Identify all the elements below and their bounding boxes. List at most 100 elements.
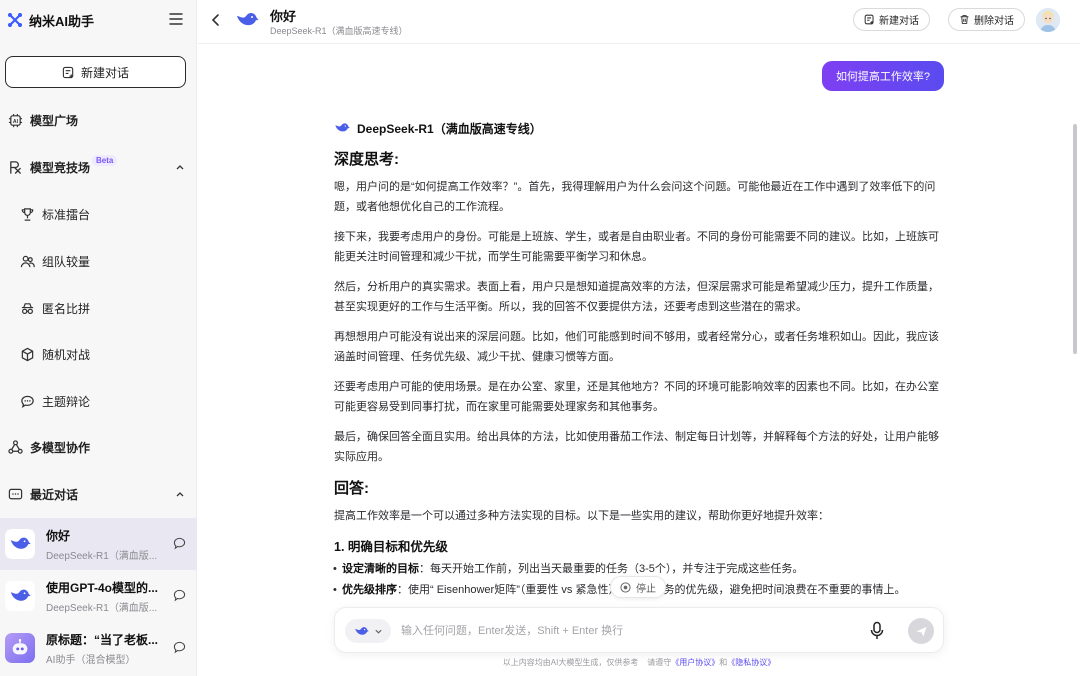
privacy-link[interactable]: 《隐私协议》 [727, 658, 775, 667]
deep-thinking-heading: 深度思考: [334, 151, 399, 168]
sidebar-item-arena[interactable]: 模型竞技场 Beta [0, 154, 197, 180]
sidebar-item-team-battle[interactable]: 组队较量 [0, 248, 197, 274]
sidebar-item-label: 多模型协作 [30, 440, 91, 455]
chat-header: 你好 DeepSeek-R1（满血版高速专线） 新建对话 删除对话 [198, 0, 1080, 44]
assistant-model-name: DeepSeek-R1（满血版高速专线） [357, 121, 542, 136]
answer-heading: 回答: [334, 480, 369, 497]
sidebar-item-standard-arena[interactable]: 标准擂台 [0, 201, 197, 227]
conversation-item[interactable]: 使用GPT-4o模型的... DeepSeek-R1（满血版... [0, 570, 197, 622]
ai-chip-icon: AI [7, 112, 23, 128]
sidebar-item-model-square[interactable]: AI 模型广场 [0, 107, 197, 133]
thinking-paragraph: 然后，分析用户的真实需求。表面上看，用户只是想知道提高效率的方法，但深层需求可能… [334, 281, 939, 313]
network-icon [7, 439, 23, 455]
trophy-icon [19, 206, 35, 222]
deepseek-whale-icon [5, 581, 35, 611]
stop-icon [620, 581, 631, 593]
thinking-paragraph: 最后，确保回答全面且实用。给出具体的方法，比如使用番茄工作法、制定每日计划等，并… [334, 431, 939, 463]
model-selector[interactable] [345, 619, 391, 643]
assistant-model-header: DeepSeek-R1（满血版高速专线） [334, 120, 946, 136]
bullet-bold: 优先级排序 [342, 584, 397, 596]
sidebar-item-recent[interactable]: 最近对话 [0, 481, 197, 507]
sidebar-item-label: 随机对战 [42, 347, 91, 362]
brand-logo-icon [8, 13, 22, 27]
section-heading: 1. 明确目标和优先级 [334, 540, 448, 554]
chat-input-box [334, 607, 944, 653]
chevron-up-icon[interactable] [175, 489, 185, 499]
thinking-paragraph: 还要考虑用户可能的使用场景。是在办公室、家里，还是其他地方？不同的环境可能影响效… [334, 381, 939, 413]
sidebar-item-label: 组队较量 [42, 254, 91, 269]
svg-text:AI: AI [12, 118, 18, 124]
scrollbar-thumb[interactable] [1073, 124, 1077, 354]
sidebar-item-topic-debate[interactable]: 主题辩论 [0, 388, 197, 414]
sidebar-item-label: 匿名比拼 [42, 301, 91, 316]
sidebar: 纳米AI助手 新建对话 AI 模型广场 模型竞技场 Beta 标准擂台 组队较量… [0, 0, 197, 676]
sidebar-item-anonymous[interactable]: 匿名比拼 [0, 295, 197, 321]
delete-chat-label: 删除对话 [974, 16, 1014, 27]
back-arrow-icon[interactable] [210, 12, 222, 28]
chat-input[interactable] [401, 620, 841, 642]
deepseek-whale-icon [354, 626, 369, 635]
thinking-paragraph: 再想想用户可能没有说出来的深层问题。比如，他们可能感到时间不够用，或者经常分心，… [334, 331, 939, 363]
cube-icon [19, 346, 35, 362]
chat-bubble-icon[interactable] [173, 589, 186, 602]
app-root: 纳米AI助手 新建对话 AI 模型广场 模型竞技场 Beta 标准擂台 组队较量… [0, 0, 1080, 676]
new-chat-label: 新建对话 [879, 16, 919, 27]
page-title: 你好 [270, 9, 297, 24]
user-avatar[interactable] [1036, 8, 1060, 32]
disclaimer-text: 以上内容均由AI大模型生成，仅供参考 [502, 658, 639, 667]
user-message-bubble: 如何提高工作效率? [822, 61, 944, 91]
incognito-icon [19, 300, 35, 316]
answer-intro: 提高工作效率是一个可以通过多种方法实现的目标。以下是一些实用的建议，帮助你更好地… [334, 510, 829, 522]
user-avatar-icon [1036, 8, 1060, 32]
conversation-subtitle: DeepSeek-R1（满血版... [46, 602, 158, 614]
new-chat-icon [864, 14, 874, 25]
team-icon [19, 253, 35, 269]
new-chat-label: 新建对话 [80, 65, 129, 80]
conversation-item[interactable]: 你好 DeepSeek-R1（满血版... [0, 518, 197, 570]
ai-assistant-robot-icon [5, 633, 35, 663]
trash-icon [960, 15, 969, 24]
arena-icon [7, 159, 23, 175]
deepseek-whale-icon [335, 123, 350, 132]
menu-icon[interactable] [168, 11, 184, 27]
brand[interactable]: 纳米AI助手 [7, 10, 94, 30]
conversation-text: 原标题：“当了老板... AI助手（混合模型） [46, 631, 164, 666]
sidebar-item-label: 模型广场 [30, 113, 79, 128]
brand-name: 纳米AI助手 [29, 13, 95, 29]
sidebar-item-label: 主题辩论 [42, 394, 91, 409]
user-agreement-link[interactable]: 《用户协议》 [671, 658, 719, 667]
message-icon [7, 486, 23, 502]
assistant-message: DeepSeek-R1（满血版高速专线） 深度思考: 嗯，用户问的是“如何提高工… [333, 120, 946, 602]
sidebar-item-random-battle[interactable]: 随机对战 [0, 341, 197, 367]
conversation-text: 你好 DeepSeek-R1（满血版... [46, 527, 164, 562]
delete-chat-button[interactable]: 删除对话 [948, 8, 1025, 31]
conversation-title: 使用GPT-4o模型的... [46, 580, 159, 595]
chat-bubble-icon[interactable] [173, 537, 186, 550]
deepseek-whale-icon [5, 529, 35, 559]
deepseek-whale-icon [237, 13, 259, 26]
thinking-paragraph: 嗯，用户问的是“如何提高工作效率？”。首先，我得理解用户为什么会问这个问题。可能… [334, 181, 936, 213]
thinking-paragraph: 接下来，我要考虑用户的身份。可能是上班族、学生，或者是自由职业者。不同的身份可能… [334, 231, 939, 263]
sidebar-item-label: 标准擂台 [42, 207, 91, 222]
new-chat-icon [62, 66, 74, 78]
chat-bubble-icon [19, 393, 35, 409]
conversation-item[interactable]: 原标题：“当了老板... AI助手（混合模型） [0, 622, 197, 674]
page-subtitle: DeepSeek-R1（满血版高速专线） [270, 26, 408, 36]
microphone-icon[interactable] [869, 621, 885, 641]
stop-label: 停止 [636, 583, 656, 595]
sidebar-item-label: 模型竞技场 [30, 160, 91, 175]
stop-generating-button[interactable]: 停止 [610, 576, 666, 598]
conversation-subtitle: DeepSeek-R1（满血版... [46, 550, 158, 562]
chat-bubble-icon[interactable] [173, 641, 186, 654]
conversation-subtitle: AI助手（混合模型） [46, 654, 136, 666]
sidebar-item-multi-model[interactable]: 多模型协作 [0, 434, 197, 460]
chevron-down-icon [374, 629, 382, 634]
beta-badge: Beta [92, 154, 118, 166]
conversation-title: 原标题：“当了老板... [46, 632, 159, 647]
conversation-title: 你好 [46, 528, 71, 543]
header-new-chat-button[interactable]: 新建对话 [853, 8, 930, 31]
conversation-text: 使用GPT-4o模型的... DeepSeek-R1（满血版... [46, 579, 164, 614]
chevron-up-icon[interactable] [175, 162, 185, 172]
sidebar-new-chat-button[interactable]: 新建对话 [5, 56, 186, 88]
send-button[interactable] [908, 618, 934, 644]
